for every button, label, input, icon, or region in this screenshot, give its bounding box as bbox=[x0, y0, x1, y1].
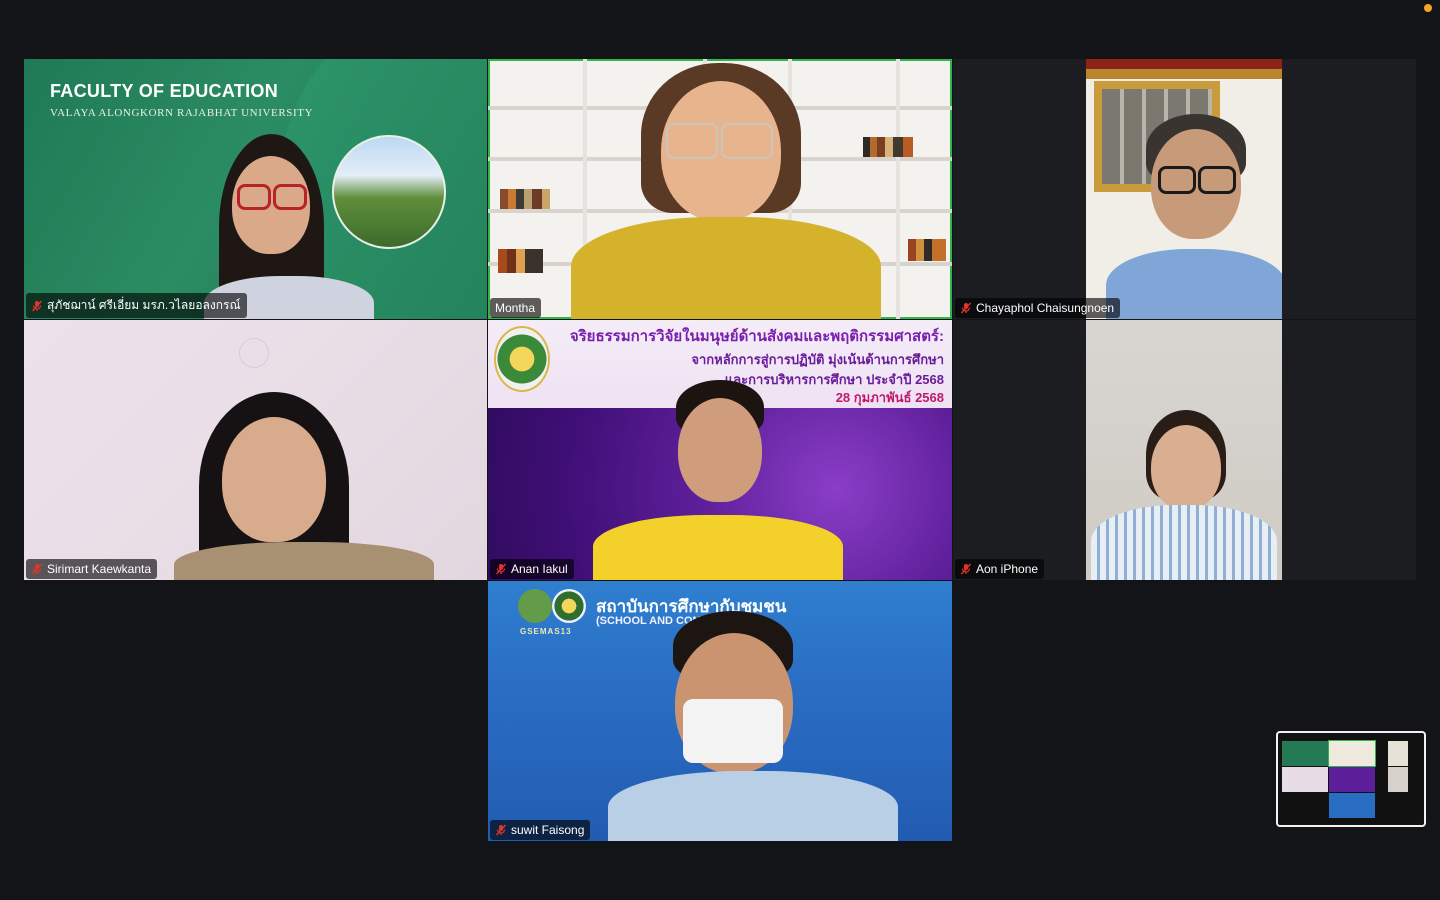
microphone-muted-icon bbox=[960, 563, 972, 575]
faculty-title: FACULTY OF EDUCATION bbox=[50, 81, 278, 101]
minimap-tile-5 bbox=[1329, 767, 1375, 792]
notification-dot bbox=[1424, 4, 1432, 12]
minimap-tile-1 bbox=[1282, 741, 1328, 766]
participant-name-tag: สุภัชฌาน์ ศรีเอี่ยม มรภ.วไลยอลงกรณ์ bbox=[26, 293, 247, 318]
video-tile-3[interactable]: Chayaphol Chaisungnoen bbox=[953, 59, 1416, 319]
microphone-muted-icon bbox=[495, 563, 507, 575]
background-ornament bbox=[239, 338, 269, 368]
books-row-1 bbox=[500, 189, 550, 209]
participant-figure bbox=[566, 59, 886, 319]
participant-name-tag: Montha bbox=[490, 298, 542, 318]
participant-figure bbox=[1091, 410, 1277, 580]
participant-name-tag: Aon iPhone bbox=[955, 559, 1045, 579]
video-tile-4[interactable]: Sirimart Kaewkanta bbox=[24, 320, 487, 580]
gallery-minimap[interactable] bbox=[1276, 731, 1426, 827]
video-tile-7[interactable]: GSEMAS13 สถาบันการศึกษากับชุมชน (SCHOOL … bbox=[488, 581, 952, 841]
participant-name: suwit Faisong bbox=[511, 823, 585, 837]
books-row-3 bbox=[908, 239, 946, 261]
school-logo-1 bbox=[518, 589, 552, 623]
participant-figure bbox=[199, 134, 379, 319]
video-tile-6[interactable]: Aon iPhone bbox=[953, 320, 1416, 580]
minimap-tile-2 bbox=[1328, 740, 1376, 767]
microphone-muted-icon bbox=[960, 302, 972, 314]
microphone-muted-icon bbox=[31, 300, 43, 311]
participant-figure bbox=[588, 380, 848, 580]
participant-name-tag: Sirimart Kaewkanta bbox=[26, 559, 158, 579]
participant-name: Aon iPhone bbox=[976, 562, 1039, 576]
participant-name: Sirimart Kaewkanta bbox=[47, 562, 152, 576]
books-row-4 bbox=[498, 249, 543, 273]
video-feed bbox=[1086, 59, 1282, 319]
banner-line-2: จากหลักการสู่การปฏิบัติ มุ่งเน้นด้านการศ… bbox=[691, 352, 944, 367]
participant-name-tag: suwit Faisong bbox=[490, 820, 591, 840]
video-tile-5[interactable]: จริยธรรมการวิจัยในมนุษย์ด้านสังคมและพฤติ… bbox=[488, 320, 952, 580]
faculty-subtitle: VALAYA ALONGKORN RAJABHAT UNIVERSITY bbox=[50, 107, 314, 119]
microphone-muted-icon bbox=[495, 824, 507, 836]
minimap-tile-6 bbox=[1388, 767, 1408, 792]
participant-name: Chayaphol Chaisungnoen bbox=[976, 301, 1115, 315]
school-logo-2 bbox=[552, 589, 586, 623]
banner-line-1: จริยธรรมการวิจัยในมนุษย์ด้านสังคมและพฤติ… bbox=[569, 328, 944, 345]
minimap-tile-4 bbox=[1282, 767, 1328, 792]
microphone-muted-icon bbox=[31, 563, 43, 575]
video-feed bbox=[1086, 320, 1282, 580]
participant-figure bbox=[603, 611, 903, 841]
participant-name: Anan Iakul bbox=[511, 562, 568, 576]
minimap-tile-7 bbox=[1329, 793, 1375, 818]
participant-name: Montha bbox=[495, 301, 536, 315]
participant-figure bbox=[1106, 114, 1282, 319]
participant-name-tag: Anan Iakul bbox=[490, 559, 574, 579]
participant-name-tag: Chayaphol Chaisungnoen bbox=[955, 298, 1121, 318]
event-logo bbox=[494, 326, 550, 392]
video-tile-1[interactable]: FACULTY OF EDUCATION VALAYA ALONGKORN RA… bbox=[24, 59, 487, 319]
minimap-tile-3 bbox=[1388, 741, 1408, 766]
video-tile-2[interactable]: Montha bbox=[488, 59, 952, 319]
school-logo-text: GSEMAS13 bbox=[520, 627, 572, 636]
participant-name: สุภัชฌาน์ ศรีเอี่ยม มรภ.วไลยอลงกรณ์ bbox=[47, 298, 241, 312]
participant-figure bbox=[174, 392, 434, 580]
banner-line-4: 28 กุมภาพันธ์ 2568 bbox=[835, 390, 944, 405]
